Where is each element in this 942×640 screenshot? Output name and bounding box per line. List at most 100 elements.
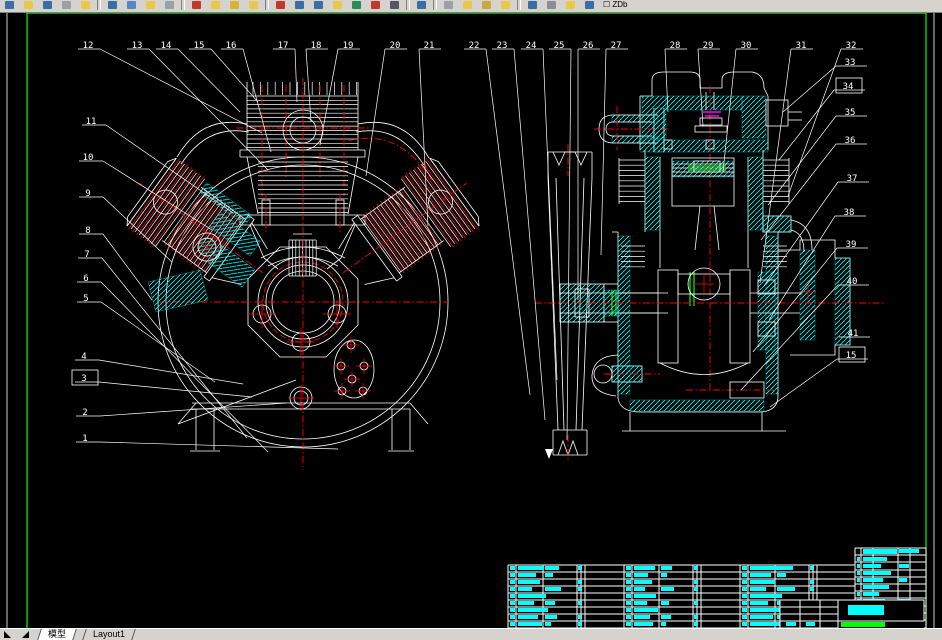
toolbar-icon-glyph xyxy=(24,1,33,9)
toolbar-icon-glyph xyxy=(566,1,575,9)
toolbar-icon-32[interactable] xyxy=(543,0,560,12)
toolbar-icon-glyph xyxy=(249,1,258,9)
toolbar-icon-27[interactable] xyxy=(459,0,476,12)
callout-41-40: 41 xyxy=(848,329,859,339)
toolbar-icon-8[interactable] xyxy=(142,0,159,12)
toolbar-icon-glyph xyxy=(146,1,155,9)
toolbar-icon-glyph xyxy=(482,1,491,9)
toolbar-icon-glyph xyxy=(192,1,201,9)
toolbar-icon-3[interactable] xyxy=(58,0,75,12)
toolbar-icon-16[interactable] xyxy=(272,0,289,12)
toolbar-icon-34[interactable] xyxy=(581,0,598,12)
toolbar-icon-glyph xyxy=(444,1,453,9)
callout-22-21: 22 xyxy=(469,41,480,51)
callout-24-23: 24 xyxy=(526,41,537,51)
toolbar-icon-9[interactable] xyxy=(161,0,178,12)
callout-33-32: 33 xyxy=(845,58,856,68)
toolbar-icon-22[interactable] xyxy=(386,0,403,12)
callout-39-38: 39 xyxy=(846,240,857,250)
toolbar-icon-2[interactable] xyxy=(39,0,56,12)
toolbar-icon-glyph xyxy=(81,1,90,9)
toolbar-icon-17[interactable] xyxy=(291,0,308,12)
toolbar-separator xyxy=(181,0,185,10)
callout-10-9: 10 xyxy=(83,153,94,163)
status-bar: 模型 Layout1 xyxy=(0,628,942,640)
callout-14-13: 14 xyxy=(161,41,172,51)
toolbar-icon-1[interactable] xyxy=(20,0,37,12)
tab-nav-first-icon[interactable] xyxy=(4,631,11,638)
callout-36-35: 36 xyxy=(845,136,856,146)
callout-18-17: 18 xyxy=(311,41,322,51)
tab-layout1[interactable]: Layout1 xyxy=(82,629,136,640)
callout-1-0: 1 xyxy=(82,434,87,444)
toolbar-icon-glyph xyxy=(5,1,14,9)
engineering-drawing xyxy=(7,12,934,628)
tab-model[interactable]: 模型 xyxy=(37,629,77,640)
toolbar-icon-33[interactable] xyxy=(562,0,579,12)
callout-38-37: 38 xyxy=(844,208,855,218)
toolbar-icon-7[interactable] xyxy=(123,0,140,12)
toolbar-separator xyxy=(265,0,269,10)
toolbar-icon-glyph xyxy=(314,1,323,9)
toolbar-icon-glyph xyxy=(295,1,304,9)
toolbar-icon-19[interactable] xyxy=(329,0,346,12)
callout-15-14: 15 xyxy=(194,41,205,51)
callout-31-30: 31 xyxy=(796,41,807,51)
toolbar-icon-glyph xyxy=(62,1,71,9)
callout-25-24: 25 xyxy=(554,41,565,51)
toolbar-icon-14[interactable] xyxy=(245,0,262,12)
toolbar-icon-18[interactable] xyxy=(310,0,327,12)
callout-19-18: 19 xyxy=(343,41,354,51)
callout-37-36: 37 xyxy=(847,174,858,184)
callout-40-39: 40 xyxy=(847,277,858,287)
toolbar-icon-13[interactable] xyxy=(226,0,243,12)
toolbar-icon-21[interactable] xyxy=(367,0,384,12)
toolbar-icon-glyph xyxy=(463,1,472,9)
toolbar-separator xyxy=(433,0,437,10)
toolbar-flyout-label[interactable]: ☐ ZDb xyxy=(603,0,628,9)
toolbar-icon-29[interactable] xyxy=(497,0,514,12)
callout-5-4: 5 xyxy=(83,294,88,304)
callout-17-16: 17 xyxy=(278,41,289,51)
toolbar-icon-glyph xyxy=(276,1,285,9)
toolbar-icon-glyph xyxy=(108,1,117,9)
cad-application-window: ☐ ZDb 1234567891011121314151617181920212… xyxy=(0,0,942,640)
callout-16-15: 16 xyxy=(226,41,237,51)
callout-20-19: 20 xyxy=(390,41,401,51)
callout-3-2: 3 xyxy=(81,374,86,384)
toolbar-icon-4[interactable] xyxy=(77,0,94,12)
toolbar-icon-glyph xyxy=(211,1,220,9)
toolbar-icon-6[interactable] xyxy=(104,0,121,12)
callout-11-10: 11 xyxy=(86,117,97,127)
toolbar-icon-12[interactable] xyxy=(207,0,224,12)
toolbar-icon-glyph xyxy=(43,1,52,9)
toolbar-icon-glyph xyxy=(371,1,380,9)
callout-9-8: 9 xyxy=(85,189,90,199)
tab-nav-last-icon[interactable] xyxy=(22,631,29,638)
toolbar-icon-31[interactable] xyxy=(524,0,541,12)
toolbar-icon-glyph xyxy=(352,1,361,9)
callout-30-29: 30 xyxy=(741,41,752,51)
callout-21-20: 21 xyxy=(424,41,435,51)
toolbar-icon-glyph xyxy=(333,1,342,9)
toolbar-icon-glyph xyxy=(230,1,239,9)
toolbar-icon-11[interactable] xyxy=(188,0,205,12)
toolbar-icon-glyph xyxy=(165,1,174,9)
callout-13-12: 13 xyxy=(132,41,143,51)
toolbar-icon-20[interactable] xyxy=(348,0,365,12)
callout-34-33: 34 xyxy=(843,82,854,92)
toolbar-icon-0[interactable] xyxy=(1,0,18,12)
callout-12-11: 12 xyxy=(83,41,94,51)
cad-viewport[interactable]: 1234567891011121314151617181920212223242… xyxy=(0,0,942,640)
toolbar-icon-26[interactable] xyxy=(440,0,457,12)
callout-28-27: 28 xyxy=(670,41,681,51)
toolbar-separator xyxy=(517,0,521,10)
toolbar-icon-glyph xyxy=(417,1,426,9)
callout-27-26: 27 xyxy=(611,41,622,51)
toolbar-icon-glyph xyxy=(585,1,594,9)
callout-4-3: 4 xyxy=(81,352,86,362)
toolbar-icon-glyph xyxy=(390,1,399,9)
toolbar-icon-28[interactable] xyxy=(478,0,495,12)
toolbar-icon-24[interactable] xyxy=(413,0,430,12)
callout-26-25: 26 xyxy=(583,41,594,51)
